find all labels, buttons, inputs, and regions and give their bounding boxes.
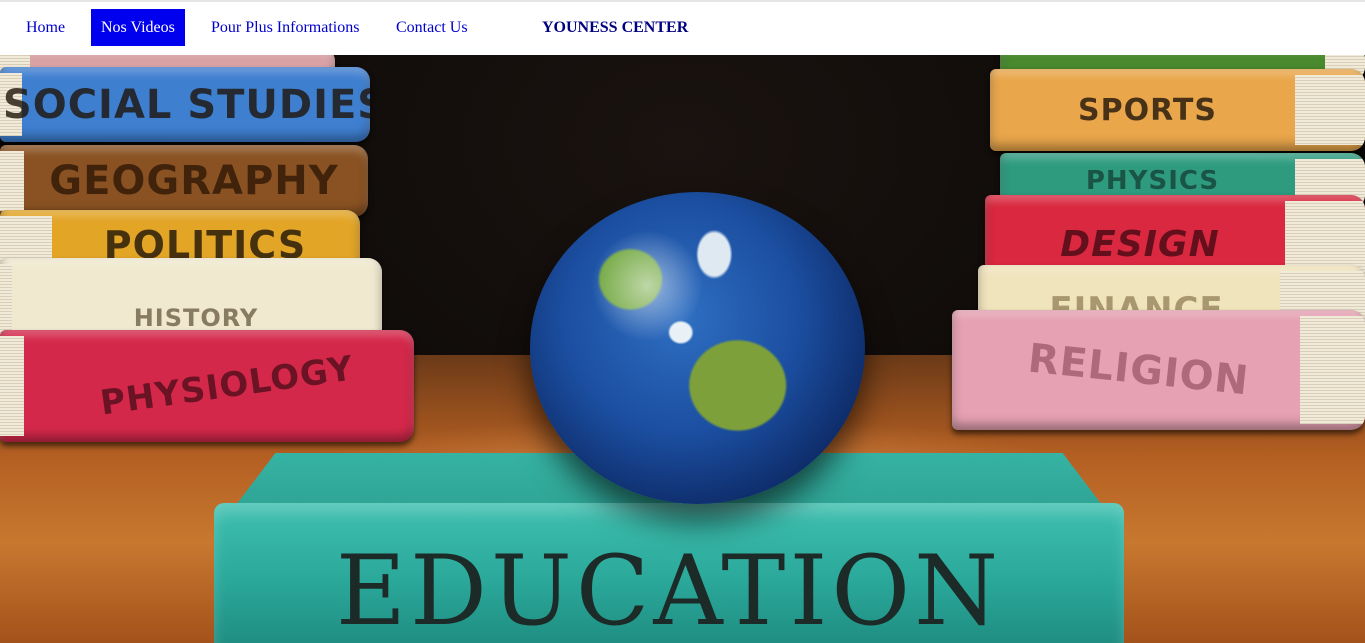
nav-link-pour-plus-informations[interactable]: Pour Plus Informations [201, 9, 369, 46]
education-book-title: EDUCATION [335, 535, 1003, 643]
left-book-2-title: GEOGRAPHY [49, 158, 339, 204]
earth-globe-icon [530, 192, 865, 504]
nav-link-home[interactable]: Home [16, 9, 75, 46]
right-book-5-title: RELIGION [1025, 335, 1252, 405]
right-book-1-title: SPORTS [1078, 92, 1217, 128]
site-brand: YOUNESS CENTER [542, 19, 689, 36]
nav-link-nos-videos[interactable]: Nos Videos [91, 9, 185, 46]
nav-link-contact-us[interactable]: Contact Us [386, 9, 478, 46]
hero-banner: SOCIAL STUDIES GEOGRAPHY POLITICS HISTOR… [0, 55, 1365, 643]
left-book-5-title: PHYSIOLOGY [97, 348, 357, 424]
left-book-1-title: SOCIAL STUDIES [2, 81, 370, 128]
right-book-5: RELIGION [952, 310, 1365, 430]
left-book-5: PHYSIOLOGY [0, 330, 414, 442]
right-book-1: SPORTS [990, 69, 1365, 151]
left-book-2: GEOGRAPHY [0, 145, 368, 217]
left-book-1: SOCIAL STUDIES [0, 67, 370, 142]
navbar: Home Nos Videos Pour Plus Informations C… [0, 2, 1365, 55]
